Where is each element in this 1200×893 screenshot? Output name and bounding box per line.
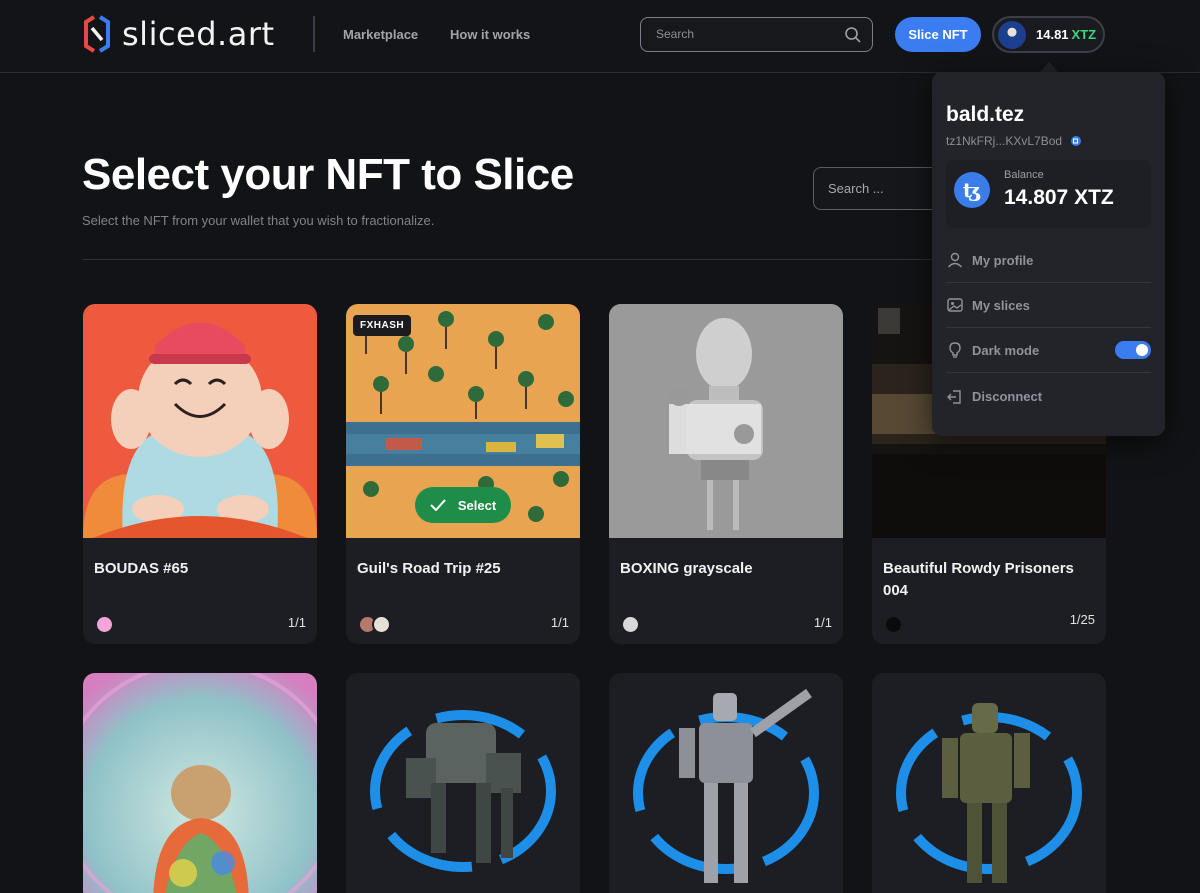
balance-label: Balance bbox=[1004, 169, 1044, 181]
nft-title: BOXING grayscale bbox=[620, 560, 753, 577]
fxhash-badge: FXHASH bbox=[353, 315, 412, 336]
menu-label: Disconnect bbox=[972, 389, 1043, 404]
header-divider bbox=[313, 16, 315, 52]
dark-mode-toggle[interactable] bbox=[1115, 341, 1151, 359]
wallet-button[interactable]: 14.81 XTZ bbox=[992, 16, 1105, 53]
wallet-currency: XTZ bbox=[1071, 27, 1097, 42]
logout-icon bbox=[947, 389, 961, 404]
nft-edition: 1/1 bbox=[813, 615, 832, 630]
nft-edition: 1/1 bbox=[550, 615, 569, 630]
nft-image bbox=[609, 304, 843, 538]
user-icon bbox=[947, 252, 963, 268]
bulb-icon bbox=[949, 342, 961, 358]
owner-avatar bbox=[372, 615, 391, 634]
brand-logo[interactable]: sliced.art bbox=[82, 14, 275, 54]
nft-card[interactable]: BOXING grayscale 1/1 bbox=[609, 304, 843, 644]
slice-nft-button[interactable]: Slice NFT bbox=[895, 17, 981, 52]
avatar bbox=[998, 20, 1026, 49]
nft-card[interactable]: BOUDAS #65 1/1 bbox=[83, 304, 317, 644]
menu-my-slices[interactable]: My slices bbox=[946, 283, 1151, 328]
owner-avatars bbox=[95, 615, 114, 634]
check-icon bbox=[430, 499, 446, 511]
image-icon bbox=[947, 298, 963, 312]
page-title: Select your NFT to Slice bbox=[82, 150, 574, 199]
section-divider bbox=[82, 259, 932, 260]
nft-edition: 1/1 bbox=[287, 615, 306, 630]
menu-disconnect[interactable]: Disconnect bbox=[946, 374, 1151, 419]
owner-avatar bbox=[884, 615, 903, 634]
select-button[interactable]: Select bbox=[415, 487, 511, 523]
owner-avatar bbox=[95, 615, 114, 634]
owner-avatars bbox=[884, 615, 903, 634]
menu-label: Dark mode bbox=[972, 342, 1040, 358]
nft-image bbox=[872, 673, 1106, 893]
nft-title: Guil's Road Trip #25 bbox=[357, 560, 501, 577]
wallet-address[interactable]: tz1NkFRj...KXvL7Bod bbox=[946, 134, 1082, 148]
nft-title: Beautiful Rowdy Prisoners 004 bbox=[883, 560, 1074, 599]
nft-image bbox=[346, 673, 580, 893]
nft-title: BOUDAS #65 bbox=[94, 560, 189, 577]
owner-avatars bbox=[621, 615, 640, 634]
menu-dark-mode[interactable]: Dark mode bbox=[946, 328, 1151, 373]
select-label: Select bbox=[457, 497, 497, 513]
nft-card[interactable] bbox=[83, 673, 317, 893]
nft-card[interactable] bbox=[609, 673, 843, 893]
nft-image bbox=[609, 673, 843, 893]
copy-icon[interactable] bbox=[1070, 135, 1082, 147]
tezos-icon: ꜩ bbox=[954, 172, 990, 208]
menu-label: My slices bbox=[972, 297, 1030, 313]
owner-avatar bbox=[621, 615, 640, 634]
top-bar: sliced.art Marketplace How it works Slic… bbox=[0, 0, 1200, 73]
page-subtitle: Select the NFT from your wallet that you… bbox=[82, 213, 435, 228]
nft-card[interactable] bbox=[872, 673, 1106, 893]
wallet-name: bald.tez bbox=[946, 103, 1025, 126]
nft-image bbox=[83, 673, 317, 893]
wallet-amount: 14.81 bbox=[1036, 27, 1069, 42]
sliced-logo-icon bbox=[84, 15, 110, 53]
header-search[interactable] bbox=[640, 17, 873, 52]
menu-my-profile[interactable]: My profile bbox=[946, 238, 1151, 283]
nft-edition: 1/25 bbox=[1069, 612, 1095, 627]
nft-image bbox=[83, 304, 317, 538]
nav-marketplace[interactable]: Marketplace bbox=[343, 27, 418, 42]
brand-name: sliced.art bbox=[122, 15, 275, 53]
owner-avatars bbox=[358, 615, 391, 634]
nav-how-it-works[interactable]: How it works bbox=[450, 27, 530, 42]
balance-box: ꜩ Balance 14.807 XTZ bbox=[946, 160, 1151, 228]
wallet-address-text: tz1NkFRj...KXvL7Bod bbox=[946, 134, 1063, 148]
search-icon[interactable] bbox=[844, 26, 862, 44]
menu-label: My profile bbox=[972, 252, 1034, 268]
nft-card[interactable] bbox=[346, 673, 580, 893]
header-search-input[interactable] bbox=[656, 27, 836, 41]
balance-value: 14.807 XTZ bbox=[1004, 186, 1114, 209]
wallet-dropdown: bald.tez tz1NkFRj...KXvL7Bod ꜩ Balance 1… bbox=[932, 72, 1165, 436]
nft-card[interactable]: FXHASH Select Guil's Road Trip #25 1/1 bbox=[346, 304, 580, 644]
